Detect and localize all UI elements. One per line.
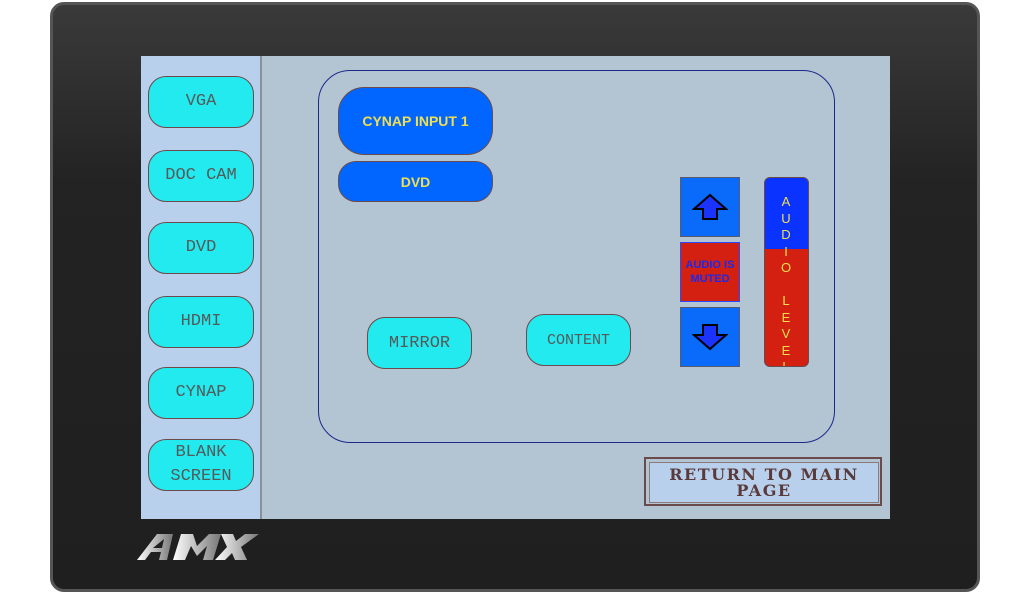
volume-down-button[interactable]	[680, 307, 740, 367]
audio-level-label: A U D I O L E V E L	[780, 194, 793, 367]
return-to-main-page-button[interactable]: RETURN TO MAIN PAGE	[644, 457, 882, 506]
return-label: RETURN TO MAIN PAGE	[649, 462, 879, 503]
arrow-down-icon	[692, 324, 728, 351]
arrow-up-icon	[692, 193, 728, 220]
cynap-input-button[interactable]: CYNAP INPUT 1	[338, 87, 493, 155]
content-button[interactable]: CONTENT	[526, 314, 631, 366]
sidebar-item-vga[interactable]: VGA	[148, 76, 254, 128]
audio-level-bar[interactable]: A U D I O L E V E L	[764, 177, 809, 367]
volume-up-button[interactable]	[680, 177, 740, 237]
sidebar-item-blank-screen[interactable]: BLANK SCREEN	[148, 439, 254, 491]
sidebar-item-doc-cam[interactable]: DOC CAM	[148, 150, 254, 202]
dvd-source-button[interactable]: DVD	[338, 161, 493, 202]
sidebar-item-dvd[interactable]: DVD	[148, 222, 254, 274]
mirror-button[interactable]: MIRROR	[367, 317, 472, 369]
sidebar-item-cynap[interactable]: CYNAP	[148, 367, 254, 419]
sidebar-item-hdmi[interactable]: HDMI	[148, 296, 254, 348]
audio-muted-status[interactable]: AUDIO IS MUTED	[680, 242, 740, 302]
amx-logo	[137, 534, 259, 560]
